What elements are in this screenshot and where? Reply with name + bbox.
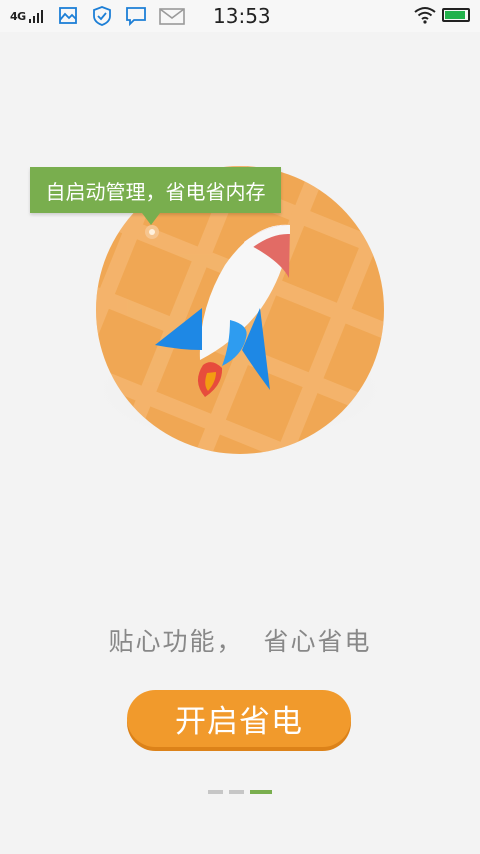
status-right (414, 6, 470, 24)
wifi-icon (414, 7, 436, 24)
chat-icon (125, 7, 146, 27)
status-bar: 4G 13:53 (0, 0, 480, 32)
signal-icon (28, 9, 43, 23)
page-indicator (208, 790, 272, 794)
gallery-icon (58, 7, 77, 24)
page-dot (229, 790, 244, 794)
battery-level (445, 11, 465, 19)
screen: 4G 13:53 自启动管理，省电省内存 贴心功能， 省心省电 开启省电 (0, 0, 480, 854)
slogan: 贴心功能， 省心省电 (108, 627, 372, 656)
shield-icon (92, 6, 111, 26)
battery-icon (442, 8, 470, 22)
page-dot (208, 790, 223, 794)
network-type: 4G (10, 9, 26, 23)
tooltip-tail (142, 213, 160, 225)
enable-power-saving-button[interactable]: 开启省电 (127, 690, 351, 747)
page-dot (250, 790, 272, 794)
status-left: 4G (10, 5, 197, 27)
clock: 13:53 (213, 4, 271, 28)
feature-tooltip: 自启动管理，省电省内存 (30, 167, 281, 213)
mail-icon (158, 8, 185, 25)
